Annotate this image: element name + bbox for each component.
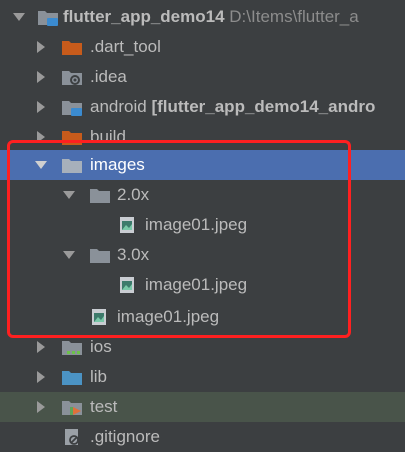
image-file-icon	[117, 216, 139, 234]
chevron-down-icon[interactable]	[63, 249, 75, 261]
tree-row-gitignore[interactable]: .gitignore	[0, 422, 405, 452]
chevron-right-icon[interactable]	[35, 371, 47, 383]
source-folder-icon	[61, 368, 83, 386]
folder-label: ios	[90, 337, 112, 356]
module-folder-icon	[61, 338, 83, 356]
tree-row-image-file[interactable]: image01.jpeg	[0, 302, 405, 332]
folder-label: build	[90, 127, 126, 146]
module-folder-icon	[37, 8, 59, 26]
chevron-right-icon[interactable]	[35, 101, 47, 113]
test-folder-icon	[61, 398, 83, 416]
file-label: image01.jpeg	[117, 307, 220, 326]
chevron-right-icon[interactable]	[35, 131, 47, 143]
module-folder-icon	[61, 98, 83, 116]
chevron-down-icon[interactable]	[35, 159, 47, 171]
settings-folder-icon	[61, 68, 83, 86]
tree-row-ios[interactable]: ios	[0, 332, 405, 362]
file-label: .gitignore	[90, 427, 160, 446]
folder-label: 3.0x	[117, 245, 150, 264]
tree-row-test[interactable]: test	[0, 392, 405, 422]
tree-row-build[interactable]: build	[0, 122, 405, 152]
folder-label: test	[90, 397, 118, 416]
folder-label: 2.0x	[117, 185, 150, 204]
chevron-right-icon[interactable]	[35, 401, 47, 413]
project-path: D:\Items\flutter_a	[229, 7, 359, 26]
excluded-folder-icon	[61, 38, 83, 56]
tree-row-dart-tool[interactable]: .dart_tool	[0, 32, 405, 62]
tree-row-root[interactable]: flutter_app_demo14 D:\Items\flutter_a	[0, 2, 405, 32]
tree-row-image-file[interactable]: image01.jpeg	[0, 210, 405, 240]
file-label: image01.jpeg	[145, 275, 248, 294]
folder-icon	[61, 156, 83, 174]
image-file-icon	[89, 308, 111, 326]
tree-row-image-file[interactable]: image01.jpeg	[0, 270, 405, 300]
folder-label: images	[90, 155, 145, 174]
tree-row-idea[interactable]: .idea	[0, 62, 405, 92]
project-name: flutter_app_demo14	[63, 7, 225, 26]
folder-icon	[89, 186, 111, 204]
tree-row-android[interactable]: android [flutter_app_demo14_andro	[0, 92, 405, 122]
tree-row-lib[interactable]: lib	[0, 362, 405, 392]
ignore-file-icon	[61, 428, 83, 446]
chevron-down-icon[interactable]	[13, 11, 25, 23]
tree-row-images[interactable]: images	[0, 150, 405, 180]
project-tree: flutter_app_demo14 D:\Items\flutter_a .d…	[0, 0, 405, 449]
image-file-icon	[117, 276, 139, 294]
folder-label: .dart_tool	[90, 37, 161, 56]
tree-row-images-3x[interactable]: 3.0x	[0, 240, 405, 270]
chevron-right-icon[interactable]	[35, 41, 47, 53]
excluded-folder-icon	[61, 128, 83, 146]
module-tag: [flutter_app_demo14_andro	[151, 97, 376, 116]
tree-row-images-2x[interactable]: 2.0x	[0, 180, 405, 210]
chevron-right-icon[interactable]	[35, 341, 47, 353]
chevron-right-icon[interactable]	[35, 71, 47, 83]
folder-label: lib	[90, 367, 108, 386]
folder-label: .idea	[90, 67, 127, 86]
folder-label: android	[90, 97, 147, 116]
folder-icon	[89, 246, 111, 264]
file-label: image01.jpeg	[145, 215, 248, 234]
chevron-down-icon[interactable]	[63, 189, 75, 201]
